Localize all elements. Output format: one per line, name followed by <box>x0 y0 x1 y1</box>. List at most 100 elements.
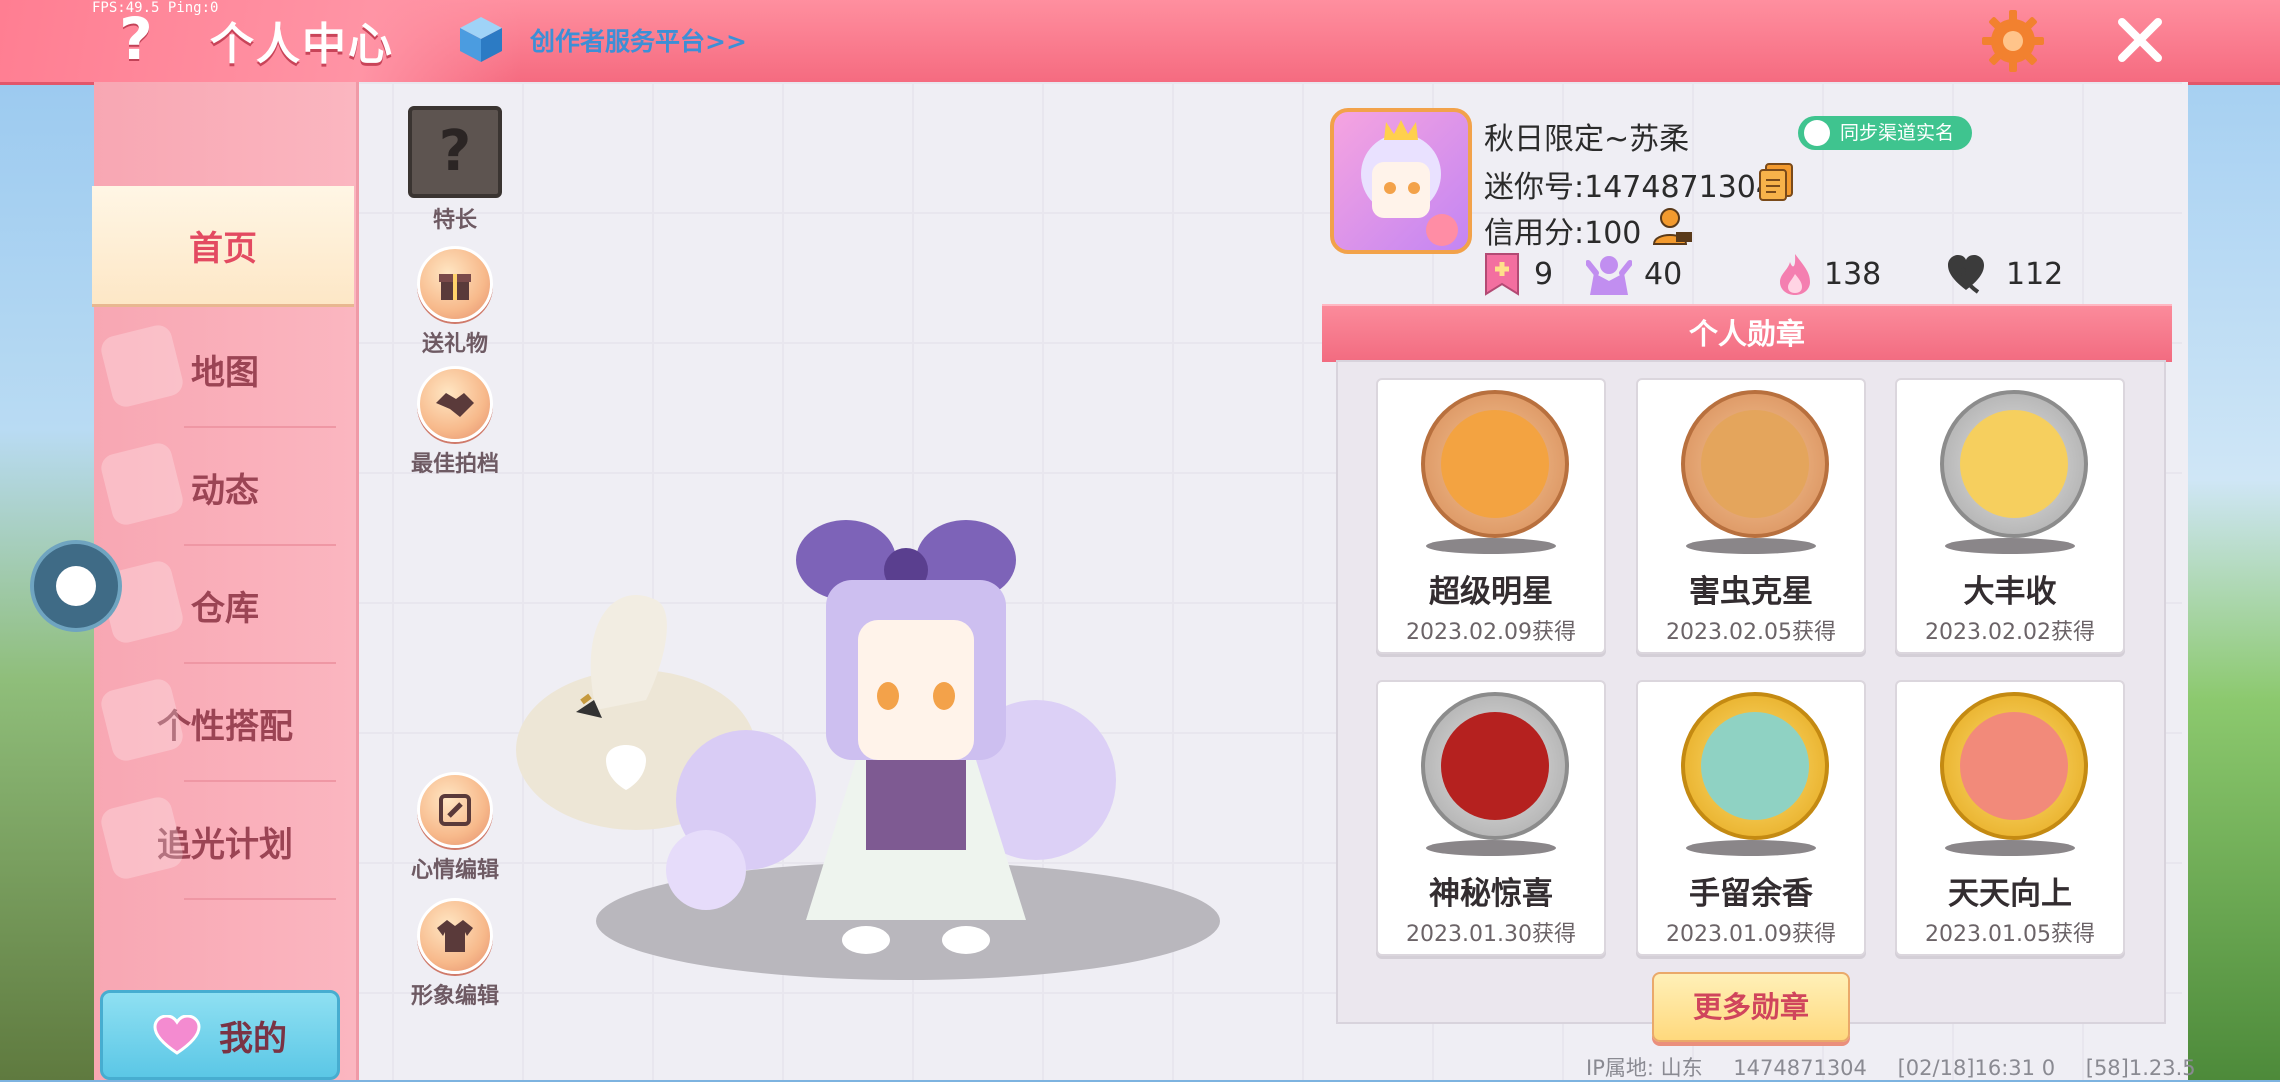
flame-icon <box>1780 254 1810 295</box>
profile-name: 秋日限定~苏柔 <box>1484 122 1690 157</box>
super-star-medal-icon <box>1421 390 1569 538</box>
scene-background-right <box>2180 80 2280 1080</box>
footer-info: IP属地: 山东 1474871304 [02/18]16:31 0 [58]1… <box>1586 1052 2220 1082</box>
gear-icon[interactable] <box>1980 8 2046 74</box>
pest-buster-medal-icon <box>1681 390 1829 538</box>
stat-value: 40 <box>1644 256 1683 292</box>
close-icon[interactable] <box>2112 12 2168 68</box>
glow-plan-icon <box>98 794 186 882</box>
credit-score: 信用分:100 <box>1484 216 1642 251</box>
medal-section-header: 个人勋章 <box>1322 304 2172 362</box>
stat-fans: 40 <box>1586 252 1682 296</box>
medal-date: 2023.02.05获得 <box>1666 620 1836 645</box>
stat-likes: 112 <box>1946 252 2063 296</box>
medal-date: 2023.02.09获得 <box>1406 620 1576 645</box>
harvest-medal-icon <box>1940 390 2088 538</box>
outfit-icon <box>98 676 186 764</box>
medal-card[interactable]: 手留余香 2023.01.09获得 <box>1636 680 1866 956</box>
medal-name: 神秘惊喜 <box>1429 876 1553 912</box>
more-medals-button[interactable]: 更多勋章 <box>1652 972 1850 1042</box>
sidebar-item-feed[interactable]: 动态 <box>94 428 356 546</box>
sidebar-item-label: 首页 <box>189 228 257 269</box>
send-gift-tool[interactable]: 送礼物 <box>390 246 520 358</box>
sidebar-item-label: 仓库 <box>191 588 259 629</box>
my-button-label: 我的 <box>219 1018 287 1059</box>
medal-card[interactable]: 神秘惊喜 2023.01.30获得 <box>1376 680 1606 956</box>
medal-pedestal <box>1426 840 1556 856</box>
map-icon <box>98 322 186 410</box>
medal-name: 超级明星 <box>1429 574 1553 610</box>
profile-avatar[interactable] <box>1330 108 1472 254</box>
help-button[interactable]: ? <box>108 6 164 72</box>
sync-real-name-button[interactable]: 同步渠道实名 <box>1798 116 1973 150</box>
mood-edit-tool[interactable]: 心情编辑 <box>390 772 520 884</box>
question-block-icon: ? <box>408 106 502 198</box>
edit-pencil-icon <box>417 772 493 848</box>
best-partner-tool[interactable]: 最佳拍档 <box>390 366 520 478</box>
outfit-icon <box>417 898 493 974</box>
creator-platform-link[interactable]: 创作者服务平台>> <box>530 22 747 58</box>
footer-uid: 1474871304 <box>1733 1056 1867 1080</box>
medal-name: 天天向上 <box>1948 876 2072 912</box>
medal-date: 2023.02.02获得 <box>1925 620 2095 645</box>
tool-label: 送礼物 <box>421 332 488 357</box>
creator-cube-icon[interactable] <box>456 14 506 64</box>
medal-pedestal <box>1945 840 2075 856</box>
medal-pedestal <box>1686 840 1816 856</box>
tool-label: 特长 <box>432 208 477 233</box>
tool-label: 形象编辑 <box>410 984 499 1009</box>
medal-date: 2023.01.30获得 <box>1406 922 1576 947</box>
stat-popularity: 138 <box>1778 252 1881 296</box>
medal-card[interactable]: 大丰收 2023.02.02获得 <box>1895 378 2125 654</box>
character-avatar[interactable] <box>506 500 1166 980</box>
daily-progress-medal-icon <box>1940 692 2088 840</box>
mini-id: 迷你号:1474871304 <box>1484 170 1775 205</box>
medal-card[interactable]: 天天向上 2023.01.05获得 <box>1895 680 2125 956</box>
stat-value: 112 <box>2006 256 2064 292</box>
sidebar-item-label: 地图 <box>191 352 259 393</box>
medal-card[interactable]: 害虫克星 2023.02.05获得 <box>1636 378 1866 654</box>
sidebar-item-label: 动态 <box>191 470 259 511</box>
sidebar-item-map[interactable]: 地图 <box>94 310 356 428</box>
specialty-tool[interactable]: ? 特长 <box>390 106 520 234</box>
look-edit-tool[interactable]: 形象编辑 <box>390 898 520 1010</box>
sidebar-item-glow-plan[interactable]: 追光计划 <box>94 782 356 900</box>
medal-pedestal <box>1686 538 1816 554</box>
stat-value: 9 <box>1534 256 1554 292</box>
stat-bookmarks: 9 <box>1482 252 1553 296</box>
sidebar-item-outfit[interactable]: 个性搭配 <box>94 664 356 782</box>
bell-icon <box>98 440 186 528</box>
stat-value: 138 <box>1824 256 1882 292</box>
medal-name: 手留余香 <box>1689 876 1813 912</box>
page-title: 个人中心 <box>210 19 394 70</box>
footer-time: [02/18]16:31 0 <box>1897 1056 2056 1080</box>
my-button[interactable]: 我的 <box>100 990 340 1080</box>
credit-user-icon[interactable] <box>1650 206 1694 246</box>
floating-joystick-button[interactable] <box>30 540 122 632</box>
sidebar-item-home[interactable]: 首页 <box>92 186 354 304</box>
tool-label: 心情编辑 <box>410 858 499 883</box>
nav-divider <box>184 898 336 900</box>
copy-icon[interactable] <box>1758 162 1794 202</box>
ip-location: IP属地: 山东 <box>1586 1056 1703 1080</box>
medal-pedestal <box>1945 538 2075 554</box>
handshake-icon <box>417 366 493 442</box>
medal-name: 害虫克星 <box>1689 574 1813 610</box>
fragrance-medal-icon <box>1681 692 1829 840</box>
bookmark-plus-icon <box>1485 253 1519 296</box>
top-bar: FPS:49.5 Ping:0 ? 个人中心 创作者服务平台>> <box>0 0 2280 85</box>
heart-icon <box>153 1015 201 1055</box>
footer-version: [58]1.23.5 <box>2085 1056 2196 1080</box>
sidebar-item-warehouse[interactable]: 仓库 <box>94 546 356 664</box>
user-sync-icon <box>1804 120 1830 146</box>
mystery-gift-medal-icon <box>1421 692 1569 840</box>
sidebar-nav: 首页 地图 动态 仓库 个性搭配 追光计划 <box>92 82 359 1080</box>
medal-pedestal <box>1426 538 1556 554</box>
gift-icon <box>417 246 493 322</box>
fan-icon <box>1586 256 1632 295</box>
medal-name: 大丰收 <box>1963 574 2057 610</box>
heart-icon <box>1948 255 1984 294</box>
sync-badge-label: 同步渠道实名 <box>1840 122 1955 144</box>
medal-date: 2023.01.09获得 <box>1666 922 1836 947</box>
medal-card[interactable]: 超级明星 2023.02.09获得 <box>1376 378 1606 654</box>
